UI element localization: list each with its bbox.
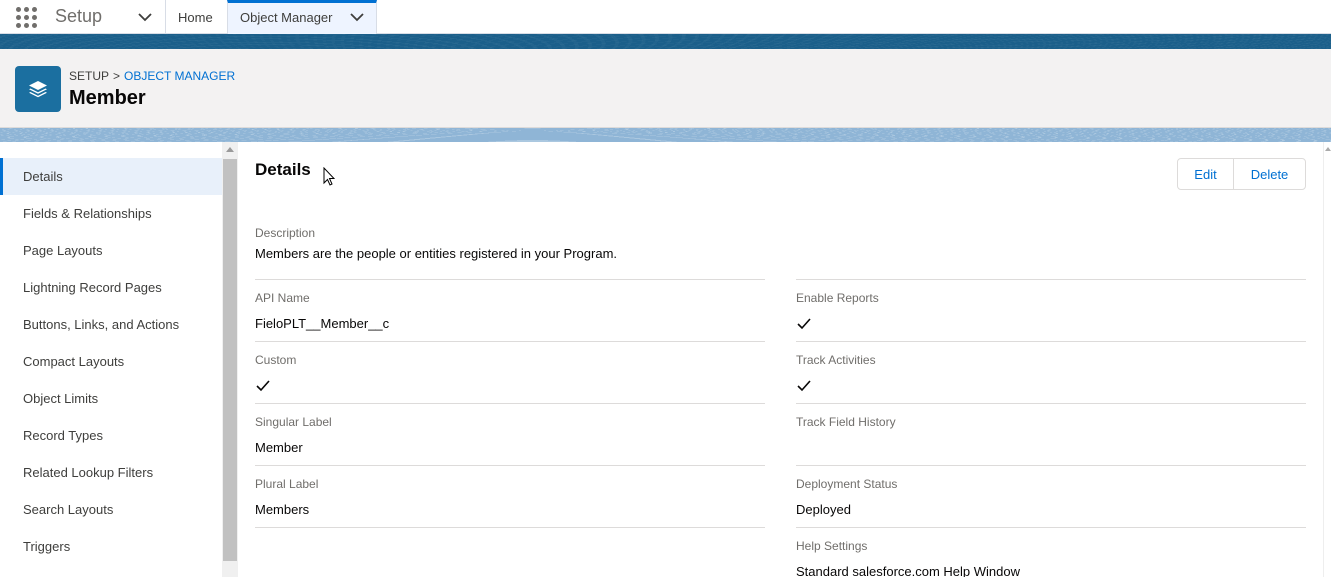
sidebar-item-label: Details <box>23 169 63 184</box>
divider <box>796 279 1306 280</box>
header-background-lower <box>0 128 1331 142</box>
sidebar-item-label: Compact Layouts <box>23 354 125 369</box>
divider <box>255 403 765 404</box>
sidebar-item-label: Related Lookup Filters <box>23 465 154 480</box>
deployment-status-value: Deployed <box>796 502 851 517</box>
checkmark-icon <box>797 318 811 330</box>
scroll-up-arrow-icon[interactable] <box>1325 147 1331 151</box>
tab-object-manager-label: Object Manager <box>240 9 333 25</box>
sidebar-item-triggers[interactable]: Triggers <box>0 528 222 565</box>
mouse-pointer-icon <box>323 167 335 186</box>
page-header: SETUP > OBJECT MANAGER Member <box>0 49 1331 128</box>
divider <box>255 341 765 342</box>
sidebar-item-page-layouts[interactable]: Page Layouts <box>0 232 222 269</box>
singular-label-label: Singular Label <box>255 415 332 429</box>
chevron-down-icon[interactable] <box>349 9 365 25</box>
sidebar-item-label: Record Types <box>23 428 103 443</box>
app-name: Setup <box>55 6 103 26</box>
global-navigation: Setup Home Object Manager <box>0 0 1331 34</box>
action-button-group: Edit Delete <box>1177 158 1306 190</box>
api-name-label: API Name <box>255 291 310 305</box>
chevron-down-icon[interactable] <box>137 9 153 25</box>
tab-home[interactable]: Home <box>165 0 227 34</box>
sidebar-item-search-layouts[interactable]: Search Layouts <box>0 491 222 528</box>
page-title: Member <box>69 87 146 109</box>
edit-button[interactable]: Edit <box>1178 159 1234 189</box>
description-value: Members are the people or entities regis… <box>255 246 618 261</box>
sidebar-item-compact-layouts[interactable]: Compact Layouts <box>0 343 222 380</box>
divider <box>255 465 765 466</box>
section-title: Details <box>255 160 311 179</box>
checkmark-icon <box>797 380 811 392</box>
sidebar-item-label: Page Layouts <box>23 243 103 258</box>
plural-label-value: Members <box>255 502 310 517</box>
divider <box>255 527 765 528</box>
sidebar-item-record-types[interactable]: Record Types <box>0 417 222 454</box>
divider <box>796 465 1306 466</box>
sidebar-scrollbar-thumb[interactable] <box>223 159 237 561</box>
track-field-history-label: Track Field History <box>796 415 896 429</box>
breadcrumb: SETUP > OBJECT MANAGER <box>69 69 235 83</box>
sidebar-item-object-limits[interactable]: Object Limits <box>0 380 222 417</box>
divider <box>796 341 1306 342</box>
sidebar: Details Fields & Relationships Page Layo… <box>0 142 238 577</box>
breadcrumb-object-manager-link[interactable]: OBJECT MANAGER <box>124 69 235 83</box>
help-settings-label: Help Settings <box>796 539 868 553</box>
sidebar-scrollbar[interactable] <box>222 142 238 577</box>
deployment-status-label: Deployment Status <box>796 477 898 491</box>
details-panel: Details Edit Delete Description Members … <box>239 142 1331 577</box>
sidebar-item-fields-relationships[interactable]: Fields & Relationships <box>0 195 222 232</box>
sidebar-item-buttons-links-actions[interactable]: Buttons, Links, and Actions <box>0 306 222 343</box>
sidebar-item-lightning-record-pages[interactable]: Lightning Record Pages <box>0 269 222 306</box>
sidebar-item-label: Lightning Record Pages <box>23 280 162 295</box>
tab-home-label: Home <box>178 9 213 25</box>
enable-reports-label: Enable Reports <box>796 291 879 305</box>
sidebar-item-label: Buttons, Links, and Actions <box>23 317 180 332</box>
custom-label: Custom <box>255 353 297 367</box>
scroll-up-arrow-icon[interactable] <box>226 147 234 152</box>
singular-label-value: Member <box>255 440 303 455</box>
divider <box>255 279 765 280</box>
object-stack-icon <box>15 66 61 112</box>
divider <box>796 527 1306 528</box>
track-activities-label: Track Activities <box>796 353 876 367</box>
sidebar-item-label: Fields & Relationships <box>23 206 152 221</box>
sidebar-item-related-lookup-filters[interactable]: Related Lookup Filters <box>0 454 222 491</box>
main-scrollbar[interactable] <box>1323 142 1331 577</box>
sidebar-item-label: Search Layouts <box>23 502 114 517</box>
divider <box>796 403 1306 404</box>
breadcrumb-setup: SETUP <box>69 69 110 83</box>
sidebar-item-label: Triggers <box>23 539 71 554</box>
app-launcher-icon[interactable] <box>16 7 38 28</box>
plural-label-label: Plural Label <box>255 477 319 491</box>
sidebar-item-label: Object Limits <box>23 391 99 406</box>
sidebar-item-details[interactable]: Details <box>0 158 222 195</box>
breadcrumb-separator: > <box>113 69 121 83</box>
checkmark-icon <box>256 380 270 392</box>
tab-object-manager[interactable]: Object Manager <box>227 0 377 34</box>
help-settings-value: Standard salesforce.com Help Window <box>796 564 1020 577</box>
delete-button[interactable]: Delete <box>1234 159 1305 189</box>
api-name-value: FieloPLT__Member__c <box>255 316 390 331</box>
description-label: Description <box>255 226 316 240</box>
